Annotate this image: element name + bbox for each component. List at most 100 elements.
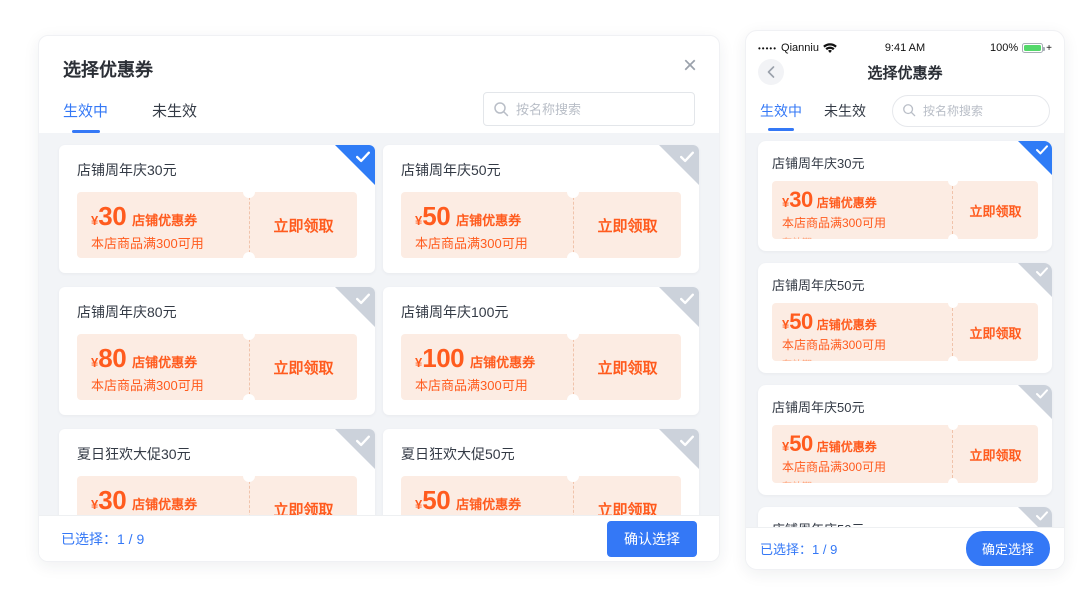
coupon-type: 店铺优惠券 [456, 213, 521, 228]
coupon-condition: 本店商品满300可用 [782, 214, 942, 231]
coupon-name: 店铺周年庆80元 [77, 302, 357, 322]
tab-inactive-coupons[interactable]: 未生效 [152, 100, 197, 133]
check-icon [356, 435, 370, 447]
ticket-notch-top [567, 186, 579, 198]
claim-now-button[interactable]: 立即领取 [249, 476, 357, 515]
mobile-coupon-picker: ••••• Qianniu 9:41 AM 100% + 选择优惠券 生效中 未… [745, 30, 1065, 570]
coupon-amount: 50 [789, 431, 812, 456]
tab-bar: 生效中 未生效 [39, 82, 719, 133]
coupon-validity: 有效期：2017.11.01 – 2018.12.31 [782, 356, 942, 361]
coupon-amount-row: ¥50店铺优惠券 [415, 485, 559, 515]
modal-title: 选择优惠券 [63, 56, 695, 82]
coupon-card[interactable]: 店铺周年庆30元 ¥30店铺优惠券 本店商品满300可用 有效期：2017.11… [59, 145, 375, 273]
coupon-condition: 本店商品满300可用 [415, 375, 559, 394]
coupon-name: 店铺周年庆50元 [401, 160, 681, 180]
coupon-details: ¥50店铺优惠券 本店商品满300可用 有效期：2017.11.01 – 201… [401, 192, 573, 258]
claim-now-button[interactable]: 立即领取 [952, 181, 1038, 239]
check-icon [356, 151, 370, 163]
coupon-picker-modal: 选择优惠券 × 生效中 未生效 店铺周年庆30元 ¥30店铺优惠券 本店商品满3… [38, 35, 720, 562]
claim-now-button[interactable]: 立即领取 [952, 303, 1038, 361]
confirm-selection-button[interactable]: 确认选择 [607, 521, 697, 557]
coupon-amount: 30 [789, 187, 812, 212]
coupon-details: ¥30店铺优惠券 本店商品满300可用 [77, 476, 249, 515]
tab-active-coupons[interactable]: 生效中 [63, 100, 108, 133]
coupon-validity: 有效期：2017.11.01 – 2018.12.31 [782, 234, 942, 239]
check-icon [680, 151, 694, 163]
claim-now-button[interactable]: 立即领取 [573, 192, 681, 258]
confirm-selection-button[interactable]: 确定选择 [966, 531, 1050, 566]
coupon-type: 店铺优惠券 [132, 355, 197, 370]
ticket-notch-bottom [243, 394, 255, 406]
status-bar: ••••• Qianniu 9:41 AM 100% + [746, 31, 1064, 55]
coupon-card[interactable]: 店铺周年庆30元 ¥30店铺优惠券 本店商品满300可用 有效期：2017.11… [758, 141, 1052, 251]
coupon-type: 店铺优惠券 [817, 318, 877, 332]
coupon-details: ¥30店铺优惠券 本店商品满300可用 有效期：2017.11.01 – 201… [772, 181, 952, 239]
coupon-details: ¥50店铺优惠券 本店商品满300可用 [401, 476, 573, 515]
signal-strength-icon: ••••• [758, 44, 777, 53]
tab-active-coupons[interactable]: 生效中 [760, 91, 802, 131]
coupon-card[interactable]: 店铺周年庆50元 ¥50店铺优惠券 本店商品满300可用 有效期：2017.11… [758, 385, 1052, 495]
ticket-notch-top [243, 186, 255, 198]
ticket-notch-top [948, 298, 958, 308]
coupon-type: 店铺优惠券 [470, 355, 535, 370]
claim-now-button[interactable]: 立即领取 [249, 192, 357, 258]
coupon-card[interactable]: 夏日狂欢大促30元 ¥30店铺优惠券 本店商品满300可用 立即领取 [59, 429, 375, 515]
coupon-amount-row: ¥80店铺优惠券 [91, 343, 235, 374]
search-input[interactable] [483, 92, 695, 126]
coupon-amount-row: ¥30店铺优惠券 [91, 201, 235, 232]
coupon-ticket: ¥50店铺优惠券 本店商品满300可用 有效期：2017.11.01 – 201… [772, 425, 1038, 483]
claim-now-button[interactable]: 立即领取 [573, 334, 681, 400]
selected-count: 已选择：1 / 9 [760, 539, 837, 558]
coupon-ticket: ¥30店铺优惠券 本店商品满300可用 立即领取 [77, 476, 357, 515]
coupon-amount-row: ¥50店铺优惠券 [415, 201, 559, 232]
coupon-card[interactable]: 店铺周年庆50元 [758, 507, 1052, 527]
coupon-type: 店铺优惠券 [132, 213, 197, 228]
claim-now-button[interactable]: 立即领取 [573, 476, 681, 515]
status-right: 100% + [954, 42, 1052, 54]
coupon-details: ¥30店铺优惠券 本店商品满300可用 有效期：2017.11.01 – 201… [77, 192, 249, 258]
charging-icon: + [1046, 43, 1052, 54]
coupon-card[interactable]: 店铺周年庆50元 ¥50店铺优惠券 本店商品满300可用 有效期：2017.11… [383, 145, 699, 273]
battery-icon [1022, 43, 1043, 53]
coupon-amount: 50 [422, 485, 450, 515]
claim-now-button[interactable]: 立即领取 [249, 334, 357, 400]
coupon-ticket: ¥30店铺优惠券 本店商品满300可用 有效期：2017.11.01 – 201… [77, 192, 357, 258]
coupon-name: 夏日狂欢大促30元 [77, 444, 357, 464]
ticket-notch-bottom [567, 252, 579, 264]
mobile-footer: 已选择：1 / 9 确定选择 [746, 527, 1064, 569]
check-icon [1036, 145, 1048, 155]
coupon-validity: 有效期：2017.11.01 – 2018.12.31 [415, 399, 559, 400]
coupon-validity: 有效期：2017.11.01 – 2018.12.31 [91, 399, 235, 400]
search-icon [902, 103, 916, 117]
coupon-card[interactable]: 店铺周年庆100元 ¥100店铺优惠券 本店商品满300可用 有效期：2017.… [383, 287, 699, 415]
close-icon[interactable]: × [683, 54, 697, 78]
check-icon [356, 293, 370, 305]
coupon-condition: 本店商品满300可用 [415, 233, 559, 252]
coupon-amount-row: ¥30店铺优惠券 [91, 485, 235, 515]
coupon-name: 店铺周年庆30元 [77, 160, 357, 180]
tab-inactive-coupons[interactable]: 未生效 [824, 91, 866, 131]
back-button[interactable] [758, 59, 784, 85]
selected-count: 已选择：1 / 9 [61, 529, 144, 549]
coupon-name: 店铺周年庆50元 [772, 397, 1038, 416]
ticket-notch-top [948, 176, 958, 186]
coupon-card[interactable]: 店铺周年庆50元 ¥50店铺优惠券 本店商品满300可用 有效期：2017.11… [758, 263, 1052, 373]
status-time: 9:41 AM [856, 42, 954, 54]
coupon-ticket: ¥50店铺优惠券 本店商品满300可用 立即领取 [401, 476, 681, 515]
coupon-ticket: ¥30店铺优惠券 本店商品满300可用 有效期：2017.11.01 – 201… [772, 181, 1038, 239]
coupon-card[interactable]: 店铺周年庆80元 ¥80店铺优惠券 本店商品满300可用 有效期：2017.11… [59, 287, 375, 415]
claim-now-button[interactable]: 立即领取 [952, 425, 1038, 483]
status-left: ••••• Qianniu [758, 42, 856, 54]
coupon-details: ¥100店铺优惠券 本店商品满300可用 有效期：2017.11.01 – 20… [401, 334, 573, 400]
check-icon [680, 293, 694, 305]
coupon-amount: 50 [789, 309, 812, 334]
search-box [892, 95, 1050, 127]
coupon-condition: 本店商品满300可用 [782, 458, 942, 475]
mobile-tab-bar: 生效中 未生效 [746, 89, 1064, 133]
coupon-details: ¥50店铺优惠券 本店商品满300可用 有效期：2017.11.01 – 201… [772, 425, 952, 483]
page-title: 选择优惠券 [867, 62, 942, 83]
chevron-left-icon [767, 66, 775, 78]
coupon-card[interactable]: 夏日狂欢大促50元 ¥50店铺优惠券 本店商品满300可用 立即领取 [383, 429, 699, 515]
coupon-ticket: ¥50店铺优惠券 本店商品满300可用 有效期：2017.11.01 – 201… [401, 192, 681, 258]
coupon-amount: 50 [422, 201, 450, 231]
